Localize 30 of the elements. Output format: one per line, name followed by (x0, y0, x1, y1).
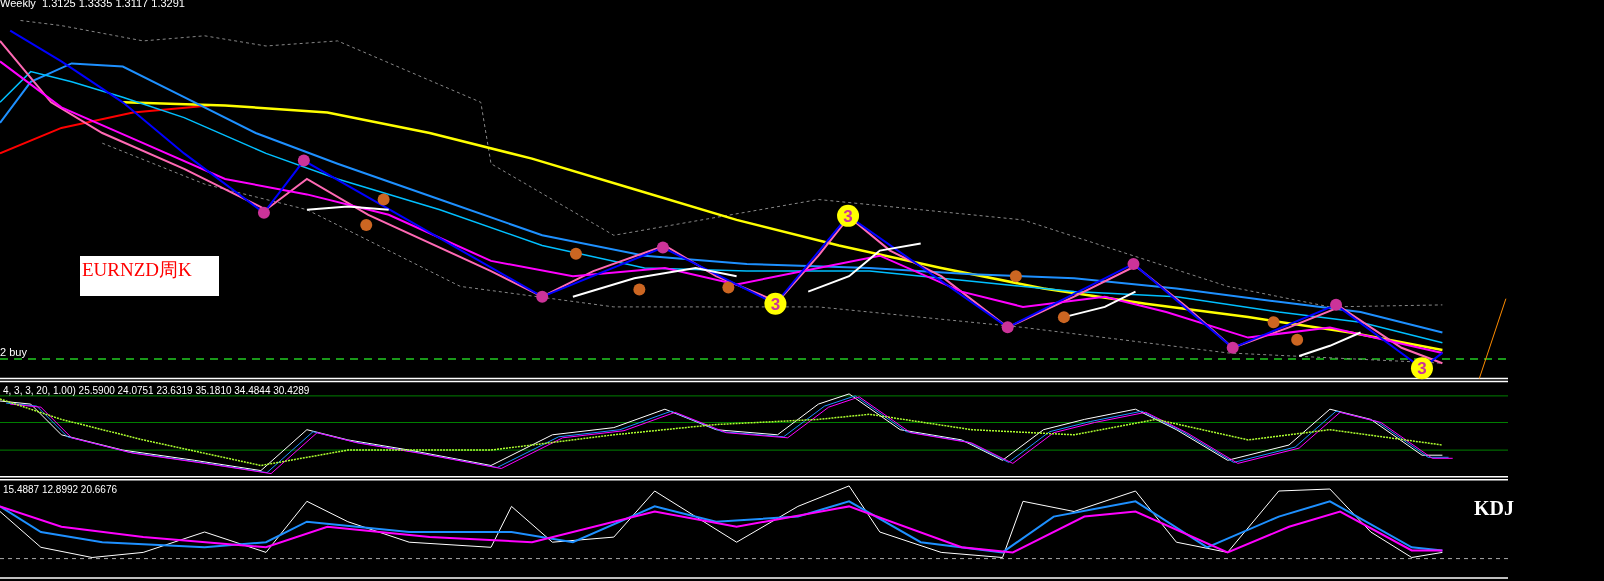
indicator-header: 15.4887 12.8992 20.6676 (3, 484, 117, 496)
signal-marker-icon (1226, 341, 1239, 354)
signal-marker-icon (569, 247, 582, 260)
signal-marker-icon (1001, 321, 1014, 334)
wave-marker-icon (837, 204, 860, 227)
signal-marker-icon (297, 154, 310, 167)
signal-marker-icon (1267, 316, 1280, 329)
signal-line (1298, 331, 1362, 357)
wave-marker-label: 3 (1417, 359, 1427, 379)
signal-marker-icon (1127, 257, 1140, 270)
signal-marker-icon (360, 219, 373, 232)
signal-marker-icon (656, 241, 669, 254)
indicator-header: 4, 3, 3, 20, 1.00) 25.5900 24.0751 23.6319 35.1810 34.4844 30.4289 (3, 385, 310, 397)
signal-marker-icon (1009, 270, 1022, 283)
signal-marker-icon (1291, 333, 1304, 346)
signal-marker-icon (536, 290, 549, 303)
wave-marker-label: 3 (770, 294, 781, 314)
level-label: 2 buy (0, 346, 27, 359)
wave-marker-label: 3 (843, 206, 853, 226)
signal-marker-icon (633, 283, 646, 296)
signal-marker-icon (377, 193, 390, 206)
chart-header: Weekly 1.3125 1.3335 1.3117 1.3291 (0, 0, 185, 10)
wave-marker-icon (764, 292, 787, 315)
signal-marker-icon (257, 206, 270, 219)
signal-marker-icon (722, 281, 735, 294)
indicator-label: KDJ (1474, 497, 1514, 519)
chart-label: EURNZD周K (80, 256, 219, 296)
wave-marker-icon (1410, 357, 1433, 380)
signal-marker-icon (1057, 311, 1070, 324)
signal-marker-icon (1330, 298, 1343, 311)
